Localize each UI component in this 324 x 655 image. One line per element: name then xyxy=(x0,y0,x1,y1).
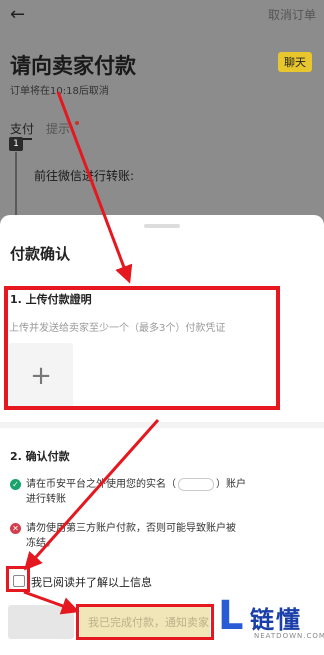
arrow-to-upload xyxy=(56,91,133,284)
logo-mark-icon: L xyxy=(218,593,244,639)
logo-text: 链懂 xyxy=(250,606,302,634)
watermark-logo: L 链懂 NEATDOWN.COM xyxy=(214,592,324,655)
annotation-arrows xyxy=(23,91,160,615)
arrow-to-checkbox xyxy=(24,419,160,571)
logo-domain: NEATDOWN.COM xyxy=(254,632,324,640)
arrow-to-done-button xyxy=(23,590,80,615)
